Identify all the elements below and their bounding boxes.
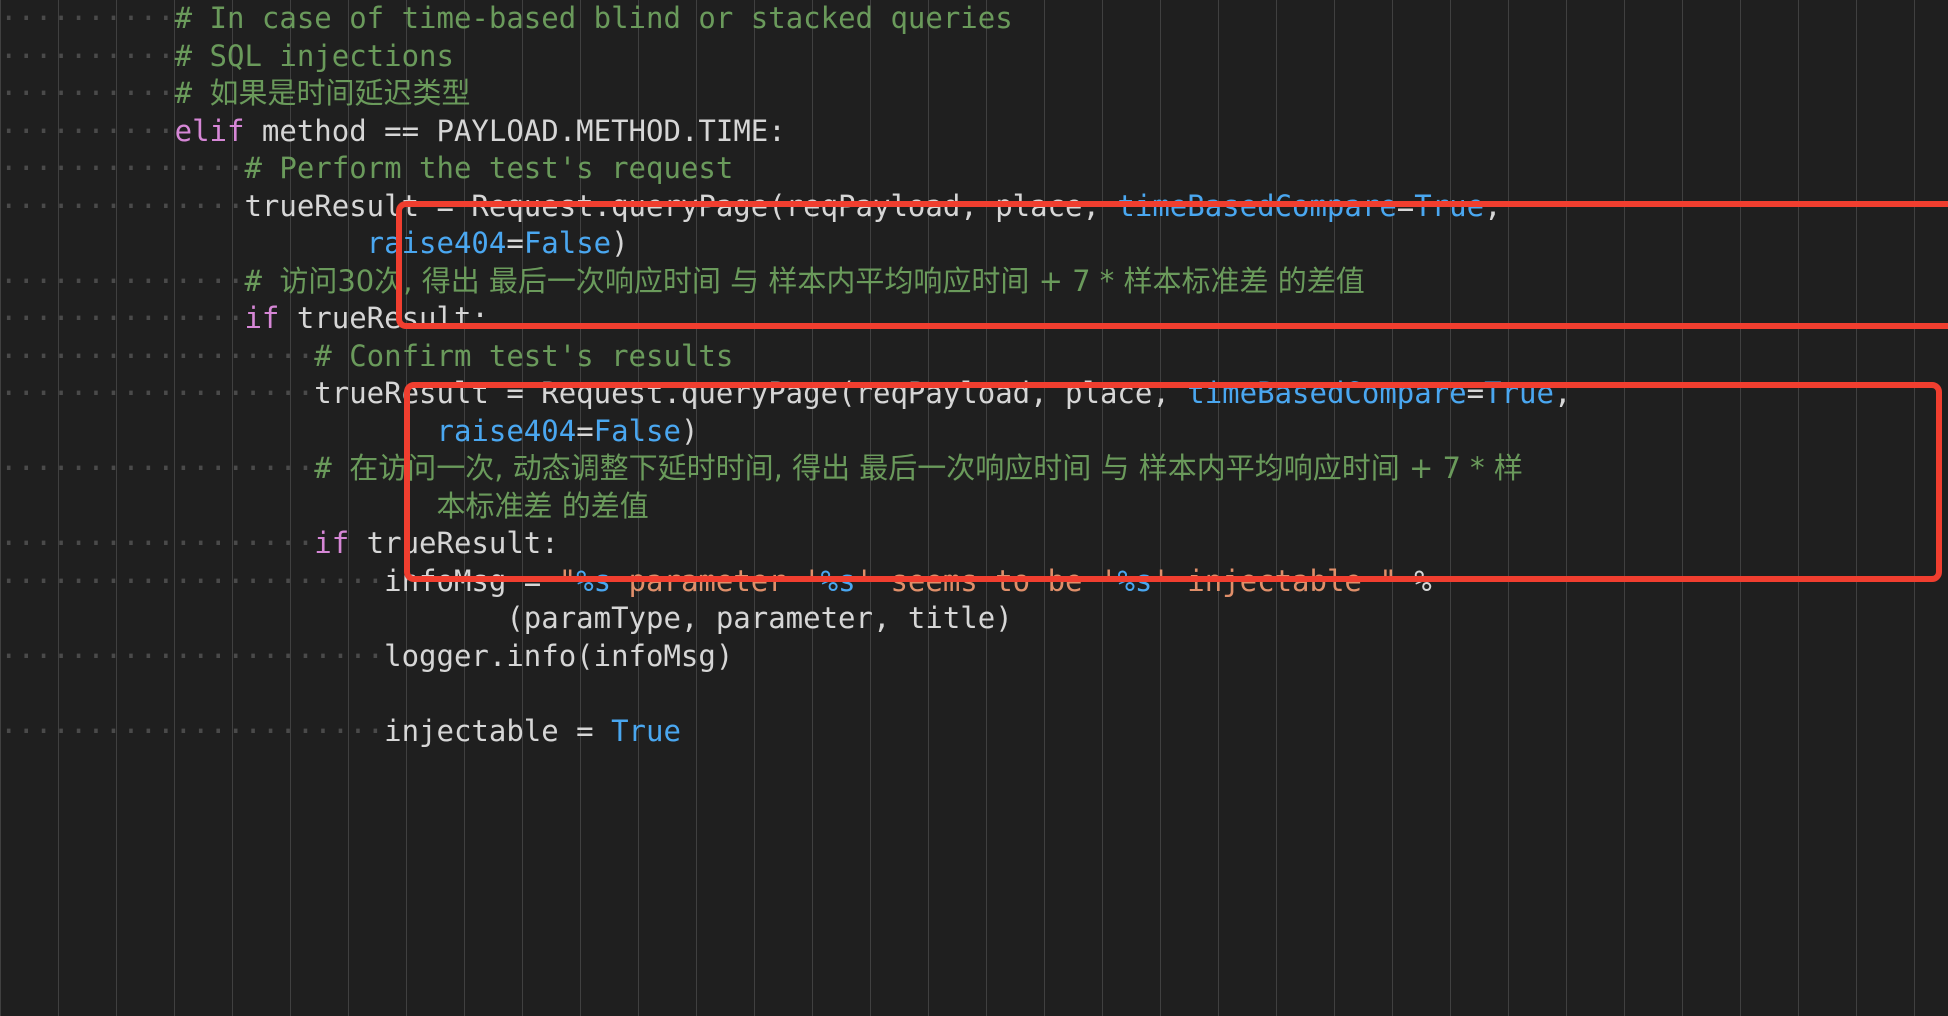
code-token-c: 如果是时间延迟类型	[209, 76, 471, 110]
whitespace-dots: ··········	[0, 1, 175, 35]
code-token-pm: timeBasedCompare	[1187, 376, 1467, 410]
code-token-c: #	[174, 76, 210, 110]
code-token-pl: =	[1396, 188, 1415, 223]
code-token-fm: %s	[576, 563, 612, 598]
code-token-cn: True	[611, 713, 681, 748]
code-line[interactable]: ······················logger.info(infoMs…	[0, 638, 1948, 676]
whitespace-dots: ··········	[0, 76, 175, 110]
wrap-indent	[0, 226, 367, 260]
code-token-cn: True	[1414, 188, 1485, 223]
whitespace-dots: ··············	[0, 188, 245, 223]
code-token-pm: raise404	[436, 413, 577, 448]
code-token-c: 访问30次, 得出 最后一次响应时间 与 样本内平均响应时间 + 7 * 样本标…	[279, 263, 1365, 298]
code-line[interactable]: ······················injectable = True	[0, 713, 1948, 751]
code-token-pl: ,	[1484, 188, 1502, 223]
code-token-pl: =	[1466, 376, 1485, 410]
code-token-pl: )	[611, 226, 629, 260]
code-token-fm: %s	[1117, 563, 1153, 598]
code-editor[interactable]: ··········# In case of time-based blind …	[0, 0, 1948, 1016]
whitespace-dots: ··············	[0, 301, 245, 335]
whitespace-dots: ··············	[0, 151, 245, 185]
code-token-pl: ,	[1553, 376, 1572, 410]
code-token-kw: if	[314, 526, 350, 560]
code-line[interactable]: ··················if trueResult:	[0, 525, 1948, 563]
code-line[interactable]: ··············if trueResult:	[0, 300, 1948, 338]
whitespace-dots: ······················	[0, 563, 385, 598]
code-token-st: "	[558, 563, 577, 598]
code-line[interactable]: ··········# 如果是时间延迟类型	[0, 75, 1948, 113]
whitespace-dots: ··················	[0, 376, 315, 410]
code-line[interactable]: ··················# Confirm test's resul…	[0, 338, 1948, 376]
code-token-pl: trueResult:	[349, 526, 559, 560]
whitespace-dots: ··············	[0, 263, 245, 298]
code-token-pl: method == PAYLOAD.METHOD.TIME:	[244, 113, 786, 148]
code-token-pm: raise404	[366, 226, 507, 260]
code-token-pl: =	[506, 226, 524, 260]
wrap-indent	[0, 489, 437, 523]
code-token-st: ' injectable "	[1152, 563, 1397, 598]
whitespace-dots: ······················	[0, 638, 385, 673]
code-token-kw: elif	[174, 113, 245, 148]
code-token-c: #	[244, 263, 280, 298]
wrap-indent	[0, 601, 506, 635]
whitespace-dots: ··················	[0, 526, 315, 560]
code-line[interactable]: ··················# 在访问一次, 动态调整下延时时间, 得出…	[0, 450, 1948, 488]
code-token-c: #	[314, 451, 350, 485]
code-line[interactable]: ··············trueResult = Request.query…	[0, 188, 1948, 226]
code-line[interactable]	[0, 675, 1948, 713]
wrap-indent	[0, 414, 437, 448]
code-token-pl: trueResult = Request.queryPage(reqPayloa…	[314, 376, 1188, 410]
code-line[interactable]: ··············# Perform the test's reque…	[0, 150, 1948, 188]
code-line[interactable]: ······················infoMsg = "%s para…	[0, 563, 1948, 601]
code-token-cn: False	[523, 226, 612, 260]
code-token-pl: logger.info(infoMsg)	[384, 638, 734, 673]
code-line[interactable]: ··········elif method == PAYLOAD.METHOD.…	[0, 113, 1948, 151]
code-line[interactable]: raise404=False)	[0, 413, 1948, 451]
code-token-c: # Perform the test's request	[244, 151, 734, 185]
code-line[interactable]: (paramType, parameter, title)	[0, 600, 1948, 638]
whitespace-dots: ······················	[0, 713, 385, 748]
code-token-kw: if	[244, 301, 280, 335]
code-line[interactable]: ··················trueResult = Request.q…	[0, 375, 1948, 413]
code-token-c: # Confirm test's results	[314, 338, 734, 373]
whitespace-dots: ··················	[0, 451, 315, 485]
code-token-cn: False	[593, 413, 681, 448]
code-token-cn: True	[1484, 376, 1554, 410]
code-token-st: parameter '	[611, 563, 821, 598]
code-content[interactable]: ··········# In case of time-based blind …	[0, 0, 1948, 1016]
code-token-pl: trueResult = Request.queryPage(reqPayloa…	[244, 188, 1118, 223]
code-token-pl: infoMsg =	[384, 563, 559, 598]
code-token-pl: %	[1396, 563, 1432, 598]
code-token-pl: (paramType, parameter, title)	[506, 601, 1013, 635]
code-token-pm: timeBasedCompare	[1117, 188, 1397, 223]
whitespace-dots: ··········	[0, 38, 175, 73]
code-token-c: # In case of time-based blind or stacked…	[174, 1, 1013, 35]
code-token-c: # SQL injections	[174, 38, 454, 73]
code-token-pl: =	[576, 413, 594, 448]
code-line[interactable]: 本标准差 的差值	[0, 488, 1948, 526]
code-token-fm: %s	[820, 563, 856, 598]
code-line[interactable]: ··············# 访问30次, 得出 最后一次响应时间 与 样本内…	[0, 263, 1948, 301]
code-token-pl: injectable =	[384, 713, 612, 748]
code-token-c: 本标准差 的差值	[436, 488, 649, 523]
code-line[interactable]: ··········# In case of time-based blind …	[0, 0, 1948, 38]
code-token-c: 在访问一次, 动态调整下延时时间, 得出 最后一次响应时间 与 样本内平均响应时…	[349, 451, 1523, 485]
code-line[interactable]: ··········# SQL injections	[0, 38, 1948, 76]
code-token-pl: trueResult:	[279, 301, 489, 335]
code-line[interactable]: raise404=False)	[0, 225, 1948, 263]
whitespace-dots: ··········	[0, 113, 175, 148]
whitespace-dots: ··················	[0, 338, 315, 373]
code-token-st: ' seems to be '	[855, 563, 1118, 598]
code-token-pl: )	[680, 413, 699, 448]
